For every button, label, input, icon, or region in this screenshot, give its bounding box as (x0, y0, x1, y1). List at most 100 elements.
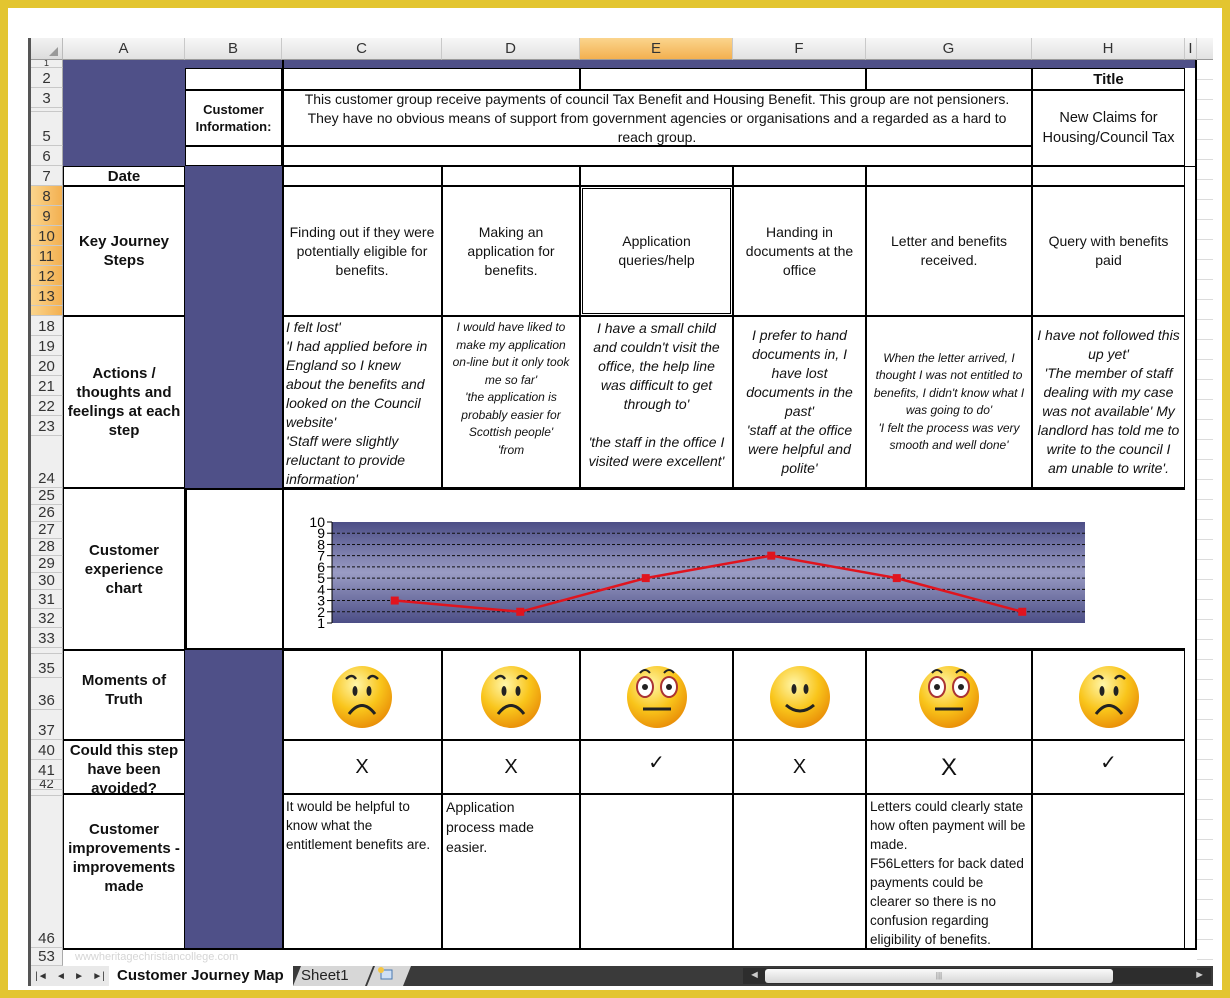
step-cell[interactable]: Handing in documents at the office (733, 186, 866, 316)
row-header-53[interactable]: 53 (31, 948, 63, 966)
date-cell-e[interactable] (580, 166, 733, 186)
date-cell-h[interactable] (1032, 166, 1185, 186)
improvement-cell[interactable]: Application process made easier. (442, 794, 580, 950)
mood-cell[interactable] (580, 650, 733, 740)
row-header-12[interactable]: 12 (31, 266, 63, 286)
date-cell-c[interactable] (282, 166, 442, 186)
date-cell-d[interactable] (442, 166, 580, 186)
col-header-a[interactable]: A (63, 38, 185, 60)
b6-cell[interactable] (185, 146, 282, 166)
scroll-right-icon[interactable]: ► (1194, 969, 1205, 981)
last-sheet-icon[interactable]: ►| (92, 971, 105, 982)
step-cell[interactable]: Query with benefits paid (1032, 186, 1185, 316)
improvement-cell[interactable] (580, 794, 733, 950)
row-header-40[interactable]: 40 (31, 740, 63, 760)
insert-sheet-button[interactable] (367, 966, 411, 986)
mood-cell[interactable] (733, 650, 866, 740)
row-header-32[interactable]: 32 (31, 609, 63, 628)
col-header-e[interactable]: E (580, 38, 733, 60)
row-header-1[interactable]: 1 (31, 60, 63, 68)
row-header-2[interactable]: 2 (31, 68, 63, 88)
avoided-cell[interactable]: X (866, 740, 1032, 794)
avoided-cell[interactable]: X (733, 740, 866, 794)
avoided-cell[interactable]: ✓ (580, 740, 733, 794)
step-cell-selected[interactable]: Application queries/help (580, 186, 733, 316)
date-cell-g[interactable] (866, 166, 1032, 186)
step-cell[interactable]: Making an application for benefits. (442, 186, 580, 316)
row-header-20[interactable]: 20 (31, 356, 63, 376)
row-header-18[interactable]: 18 (31, 316, 63, 336)
thoughts-cell[interactable]: I would have liked to make my applicatio… (442, 316, 580, 488)
step-cell[interactable]: Letter and benefits received. (866, 186, 1032, 316)
row-header-26[interactable]: 26 (31, 505, 63, 522)
col-header-f[interactable]: F (733, 38, 866, 60)
improvement-cell[interactable] (733, 794, 866, 950)
col-header-i[interactable]: I (1185, 38, 1197, 60)
next-sheet-icon[interactable]: ► (74, 971, 84, 982)
avoided-cell[interactable]: X (282, 740, 442, 794)
prev-sheet-icon[interactable]: ◄ (56, 971, 66, 982)
row-header-6[interactable]: 6 (31, 146, 63, 166)
row-header-37[interactable]: 37 (31, 710, 63, 740)
row-header-28[interactable]: 28 (31, 539, 63, 556)
c6-cell[interactable] (282, 146, 1032, 166)
tab-customer-journey-map[interactable]: Customer Journey Map (109, 966, 293, 986)
row-header-9[interactable]: 9 (31, 206, 63, 226)
row-header-13[interactable]: 13 (31, 286, 63, 306)
row-header-46[interactable]: 46 (31, 796, 63, 948)
avoided-cell[interactable]: X (442, 740, 580, 794)
improvement-cell[interactable]: It would be helpful to know what the ent… (282, 794, 442, 950)
row-header-35[interactable]: 35 (31, 654, 63, 678)
row-header-42[interactable]: 42 (31, 780, 63, 790)
avoided-cell[interactable]: ✓ (1032, 740, 1185, 794)
improvement-cell[interactable]: Letters could clearly state how often pa… (866, 794, 1032, 950)
row-header-10[interactable]: 10 (31, 226, 63, 246)
row-header-29[interactable]: 29 (31, 556, 63, 573)
select-all-button[interactable] (31, 38, 63, 60)
col-header-b[interactable]: B (185, 38, 282, 60)
row-header-22[interactable]: 22 (31, 396, 63, 416)
row-header-3[interactable]: 3 (31, 88, 63, 108)
e2-cell[interactable] (580, 68, 866, 90)
mood-cell[interactable] (442, 650, 580, 740)
col-header-h[interactable]: H (1032, 38, 1185, 60)
row-header-41[interactable]: 41 (31, 760, 63, 780)
col-header-g[interactable]: G (866, 38, 1032, 60)
thoughts-cell[interactable]: I felt lost' 'I had applied before in En… (282, 316, 442, 488)
first-sheet-icon[interactable]: |◄ (35, 971, 48, 982)
mood-cell[interactable] (1032, 650, 1185, 740)
row-header-36[interactable]: 36 (31, 678, 63, 710)
row-header-30[interactable]: 30 (31, 573, 63, 590)
tab-sheet1[interactable]: Sheet1 (293, 966, 373, 986)
row-header-23[interactable]: 23 (31, 416, 63, 436)
col-header-d[interactable]: D (442, 38, 580, 60)
row-header-14[interactable] (31, 306, 63, 316)
g2-cell[interactable] (866, 68, 1032, 90)
row-header-11[interactable]: 11 (31, 246, 63, 266)
chart-container[interactable]: 1 2 3 4 5 6 7 8 9 10 (185, 488, 1197, 650)
improvement-cell[interactable] (1032, 794, 1185, 950)
thoughts-cell[interactable]: I have not followed this up yet' 'The me… (1032, 316, 1185, 488)
mood-cell[interactable] (866, 650, 1032, 740)
b2-cell[interactable] (185, 68, 282, 90)
c2-cell[interactable] (282, 68, 580, 90)
row-header-21[interactable]: 21 (31, 376, 63, 396)
scroll-thumb[interactable]: ||| (765, 969, 1113, 983)
row-header-5[interactable]: 5 (31, 112, 63, 146)
customer-info-text[interactable]: This customer group receive payments of … (282, 90, 1032, 146)
row-header-24[interactable]: 24 (31, 436, 63, 488)
thoughts-cell[interactable]: I have a small child and couldn't visit … (580, 316, 733, 488)
row-header-25[interactable]: 25 (31, 488, 63, 505)
step-cell[interactable]: Finding out if they were potentially eli… (282, 186, 442, 316)
row-header-19[interactable]: 19 (31, 336, 63, 356)
thoughts-cell[interactable]: When the letter arrived, I thought I was… (866, 316, 1032, 488)
horizontal-scrollbar[interactable]: ◄ ||| ► (743, 968, 1211, 984)
title-value[interactable]: New Claims for Housing/Council Tax (1032, 90, 1185, 166)
row-header-8[interactable]: 8 (31, 186, 63, 206)
row-header-7[interactable]: 7 (31, 166, 63, 186)
row-header-27[interactable]: 27 (31, 522, 63, 539)
date-cell-f[interactable] (733, 166, 866, 186)
row-header-31[interactable]: 31 (31, 590, 63, 609)
scroll-left-icon[interactable]: ◄ (749, 969, 760, 981)
col-header-c[interactable]: C (282, 38, 442, 60)
